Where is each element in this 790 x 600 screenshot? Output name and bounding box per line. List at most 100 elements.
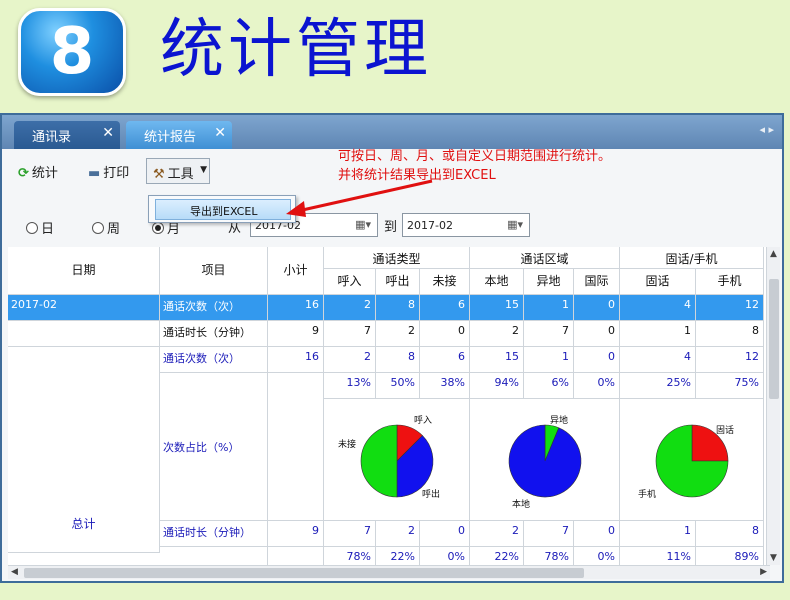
total-duration-value: 2 (470, 521, 524, 547)
pie-chart-cell: 呼入 未接 呼出 (324, 399, 470, 521)
scroll-left-icon[interactable]: ◀ (11, 567, 18, 577)
total-duration-pct: 78% (324, 547, 376, 567)
header-group-type: 通话类型 (324, 247, 470, 269)
total-duration-pct: 89% (696, 547, 764, 567)
header-item: 项目 (160, 247, 268, 295)
export-excel-menu-item[interactable]: 导出到EXCEL (155, 199, 291, 220)
radio-week[interactable]: 周 (92, 218, 120, 237)
refresh-icon: ⟳ (18, 166, 29, 181)
header-group-area: 通话区域 (470, 247, 620, 269)
row-value[interactable]: 1 (620, 321, 696, 347)
row-value[interactable]: 15 (470, 295, 524, 321)
radio-circle-icon (92, 222, 104, 234)
pie-chart-cell: 异地 本地 (470, 399, 620, 521)
row-subtotal[interactable]: 9 (268, 321, 324, 347)
tab-bar: 通讯录 ✕ 统计报告 ✕ ◂ ▸ (2, 115, 782, 149)
row-date[interactable]: 2017-02 (8, 295, 160, 321)
row-value[interactable]: 0 (574, 295, 620, 321)
radio-month-label: 月 (167, 222, 181, 237)
total-label: 总计 (8, 347, 160, 553)
radio-day[interactable]: 日 (26, 218, 54, 237)
header-in: 呼入 (324, 269, 376, 295)
tools-label: 工具 (167, 167, 194, 182)
total-duration-value: 0 (574, 521, 620, 547)
total-duration-value: 7 (324, 521, 376, 547)
total-count-value: 6 (420, 347, 470, 373)
chevron-down-icon: ▼ (200, 165, 207, 175)
total-count-pct: 75% (696, 373, 764, 399)
total-count-value: 1 (524, 347, 574, 373)
total-duration-pct-subtotal (268, 547, 324, 567)
total-duration-value: 2 (376, 521, 420, 547)
header-subtotal: 小计 (268, 247, 324, 295)
row-date[interactable] (8, 321, 160, 347)
banner-title: 统计管理 (160, 13, 432, 87)
close-icon[interactable]: ✕ (214, 125, 226, 141)
tab-contacts[interactable]: 通讯录 ✕ (14, 121, 120, 149)
scroll-down-icon[interactable]: ▼ (770, 553, 777, 563)
stat-button[interactable]: ⟳ 统计 (12, 158, 64, 184)
pie-chart (360, 424, 434, 498)
header-date: 日期 (8, 247, 160, 295)
total-duration-item: 通话时长（分钟） (160, 521, 268, 547)
total-duration-pct: 0% (420, 547, 470, 567)
total-count-pct: 0% (574, 373, 620, 399)
pie-label: 本地 (512, 500, 531, 510)
row-value[interactable]: 0 (420, 321, 470, 347)
pie-label: 手机 (638, 490, 657, 500)
tab-statistics-label: 统计报告 (144, 130, 197, 145)
calendar-icon[interactable]: ▦▾ (507, 218, 523, 231)
tools-button[interactable]: ⚒ 工具 ▼ (146, 158, 210, 184)
pie-label: 呼入 (414, 416, 433, 426)
total-count-pct: 6% (524, 373, 574, 399)
tab-scroll-arrows-icon[interactable]: ◂ ▸ (759, 123, 774, 136)
row-value[interactable]: 1 (524, 295, 574, 321)
pie-chart-cell: 固话 手机 (620, 399, 764, 521)
scroll-up-icon[interactable]: ▲ (770, 249, 777, 259)
annotation-line-1: 可按日、周、月、或自定义日期范围进行统计。 (338, 149, 612, 164)
row-value[interactable]: 4 (620, 295, 696, 321)
close-icon[interactable]: ✕ (102, 125, 114, 141)
total-duration-pct: 11% (620, 547, 696, 567)
header-mobile: 手机 (696, 269, 764, 295)
printer-icon: ▬ (88, 166, 101, 181)
row-subtotal[interactable]: 16 (268, 295, 324, 321)
scroll-right-icon[interactable]: ▶ (760, 567, 767, 577)
horizontal-scrollbar[interactable]: ◀ ▶ (8, 565, 770, 579)
row-value[interactable]: 7 (524, 321, 574, 347)
row-value[interactable]: 6 (420, 295, 470, 321)
row-value[interactable]: 8 (696, 321, 764, 347)
header-fixed: 固话 (620, 269, 696, 295)
vertical-scrollbar[interactable]: ▲ ▼ (766, 247, 780, 565)
total-count-value: 2 (324, 347, 376, 373)
row-value[interactable]: 0 (574, 321, 620, 347)
total-share-subtotal (268, 373, 324, 521)
total-count-pct: 38% (420, 373, 470, 399)
row-item[interactable]: 通话次数（次） (160, 295, 268, 321)
row-item[interactable]: 通话时长（分钟） (160, 321, 268, 347)
statistics-table: 日期 项目 小计 通话类型 通话区域 固话/手机 呼入 呼出 未接 本地 异地 国际 固话 手机 2017-… (8, 247, 770, 567)
row-value[interactable]: 2 (324, 295, 376, 321)
pie-slice (360, 424, 398, 498)
row-value[interactable]: 2 (376, 321, 420, 347)
total-duration-pct: 0% (574, 547, 620, 567)
total-duration-pct: 22% (470, 547, 524, 567)
row-value[interactable]: 7 (324, 321, 376, 347)
total-duration-pct-item (160, 547, 268, 567)
banner: 8 统计管理 (0, 0, 790, 110)
row-value[interactable]: 2 (470, 321, 524, 347)
row-value[interactable]: 8 (376, 295, 420, 321)
pie-slice (508, 424, 582, 498)
total-duration-value: 7 (524, 521, 574, 547)
total-count-subtotal: 16 (268, 347, 324, 373)
radio-week-label: 周 (107, 222, 121, 237)
row-value[interactable]: 12 (696, 295, 764, 321)
vertical-scroll-thumb[interactable] (769, 279, 779, 399)
header-out: 呼出 (376, 269, 420, 295)
radio-day-label: 日 (41, 222, 55, 237)
horizontal-scroll-thumb[interactable] (24, 568, 584, 578)
header-group-phone: 固话/手机 (620, 247, 764, 269)
tab-statistics-report[interactable]: 统计报告 ✕ (126, 121, 232, 149)
hammer-icon: ⚒ (153, 167, 165, 182)
print-button[interactable]: ▬ 打印 (82, 158, 135, 184)
